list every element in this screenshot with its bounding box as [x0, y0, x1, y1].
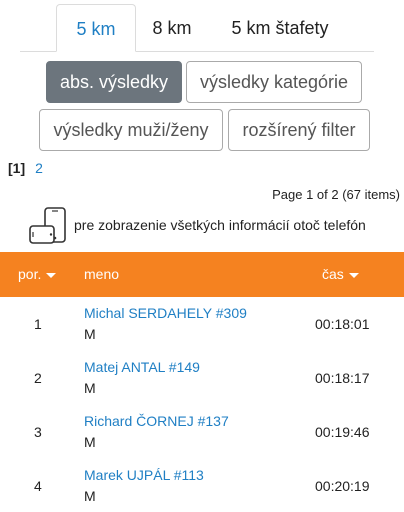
page-link-2[interactable]: 2: [35, 160, 43, 176]
row-time: 00:19:46: [315, 424, 370, 440]
time-header-label: čas: [322, 266, 344, 282]
name-column-header: meno: [84, 266, 120, 282]
runner-name-link[interactable]: Richard ČORNEJ #137: [84, 413, 229, 429]
results-table-header: por. meno čas: [0, 252, 404, 297]
rotate-hint-text: pre zobrazenie všetkých informácií otoč …: [74, 217, 366, 233]
sort-caret-icon: [348, 272, 359, 278]
sort-caret-icon: [46, 272, 57, 278]
page-info: Page 1 of 2 (67 items): [272, 187, 400, 202]
table-row: 1 Michal SERDAHELY #309 M 00:18:01: [0, 297, 404, 351]
rotate-hint: pre zobrazenie všetkých informácií otoč …: [28, 206, 398, 246]
row-category: M: [84, 434, 96, 450]
row-time: 00:18:01: [315, 316, 370, 332]
tab-8km[interactable]: 8 km: [140, 4, 204, 52]
rank-column-header[interactable]: por.: [18, 252, 57, 297]
current-page: [1]: [8, 160, 26, 176]
row-rank: 2: [34, 370, 42, 386]
tab-5km[interactable]: 5 km: [56, 4, 136, 52]
time-column-header[interactable]: čas: [322, 252, 359, 297]
table-row: 4 Marek UJPÁL #113 M 00:20:19: [0, 459, 404, 512]
table-row: 3 Richard ČORNEJ #137 M 00:19:46: [0, 405, 404, 459]
row-rank: 3: [34, 424, 42, 440]
row-time: 00:18:17: [315, 370, 370, 386]
runner-name-link[interactable]: Michal SERDAHELY #309: [84, 305, 247, 321]
rank-header-label: por.: [18, 266, 42, 282]
category-results-button[interactable]: výsledky kategórie: [186, 61, 362, 103]
runner-name-link[interactable]: Matej ANTAL #149: [84, 359, 200, 375]
pagination: [1] 2: [8, 158, 43, 178]
row-time: 00:20:19: [315, 478, 370, 494]
row-category: M: [84, 326, 96, 342]
tab-5km-relay[interactable]: 5 km štafety: [216, 4, 344, 52]
row-category: M: [84, 380, 96, 396]
runner-name-link[interactable]: Marek UJPÁL #113: [84, 467, 204, 483]
row-rank: 1: [34, 316, 42, 332]
phone-rotate-icon: [29, 207, 66, 244]
abs-results-button[interactable]: abs. výsledky: [46, 61, 182, 103]
table-row: 2 Matej ANTAL #149 M 00:18:17: [0, 351, 404, 405]
men-women-results-button[interactable]: výsledky muži/ženy: [39, 109, 223, 151]
distance-tabs: 5 km 8 km 5 km štafety: [0, 0, 404, 52]
row-rank: 4: [34, 478, 42, 494]
advanced-filter-button[interactable]: rozšírený filter: [228, 109, 370, 151]
row-category: M: [84, 488, 96, 504]
